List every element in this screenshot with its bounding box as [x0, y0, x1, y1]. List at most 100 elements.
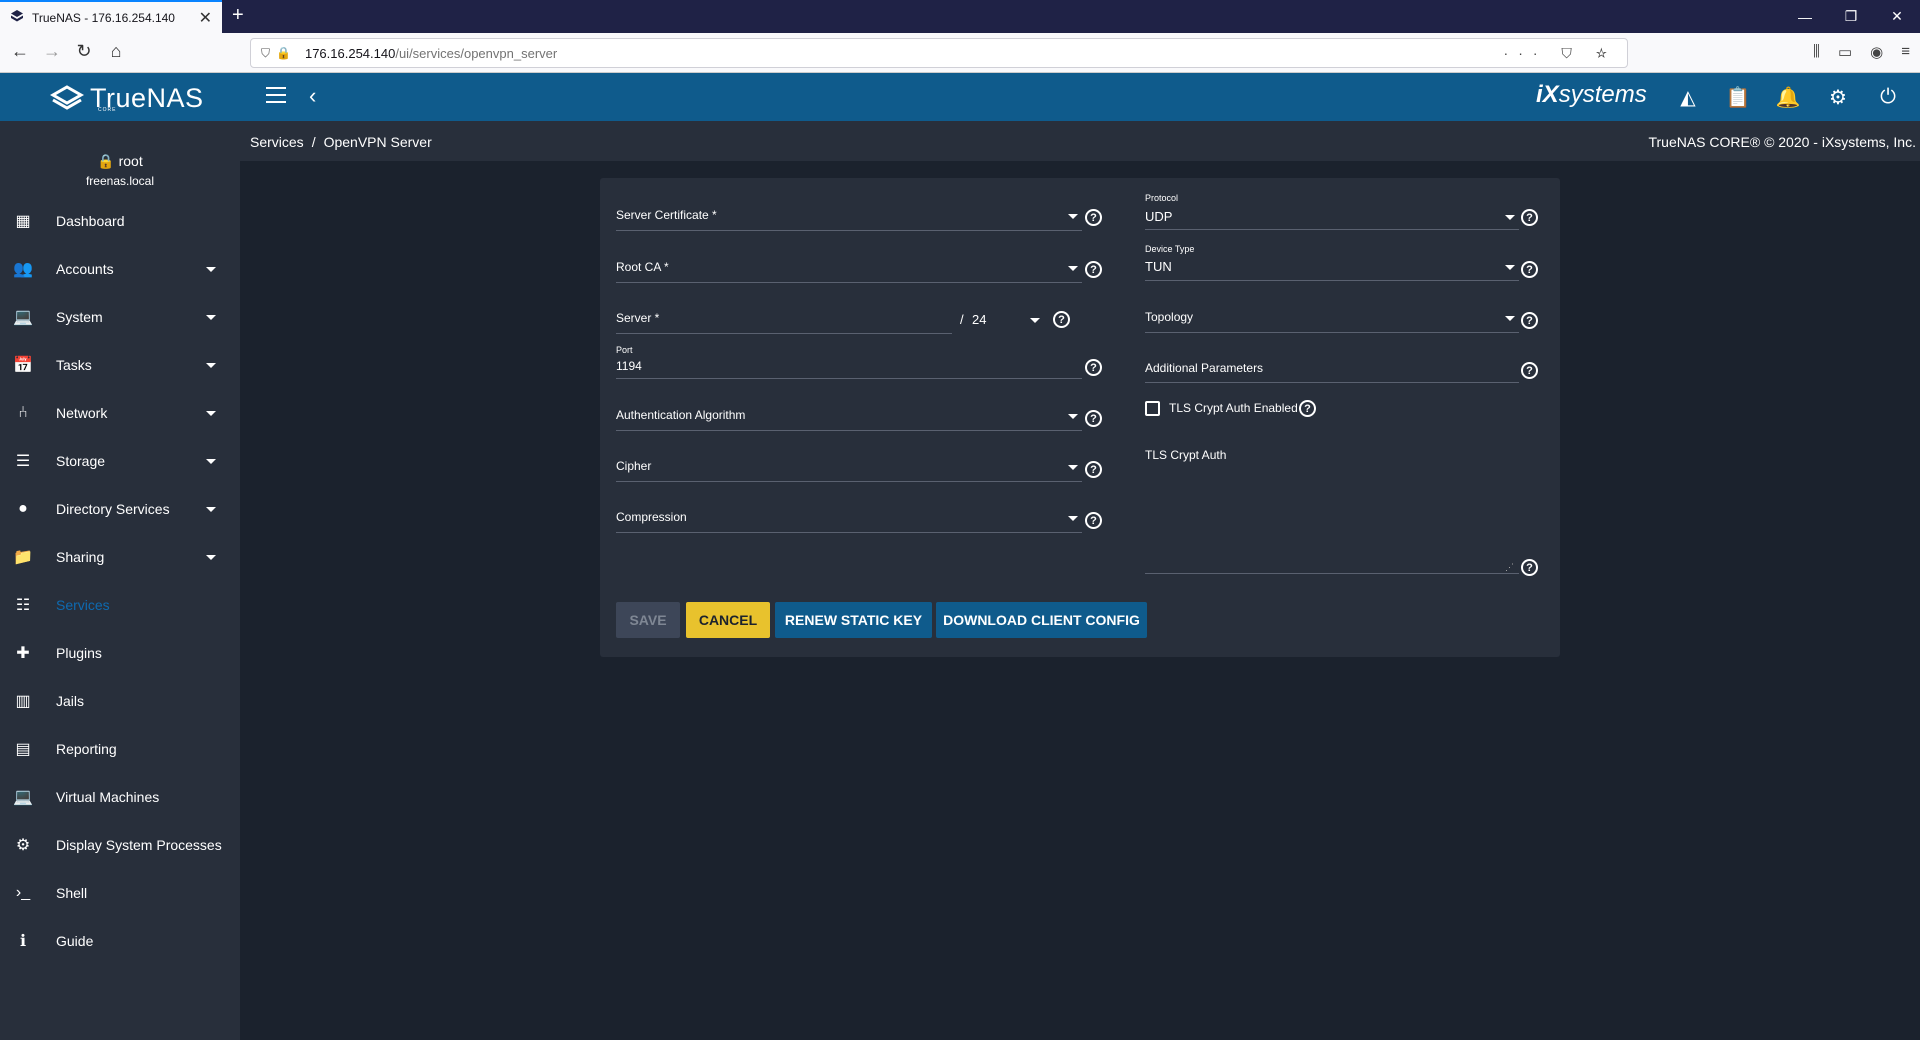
sidebar-item-label: Accounts: [56, 261, 114, 277]
tab-close-icon[interactable]: ✕: [199, 8, 212, 28]
port-help-icon[interactable]: ?: [1085, 359, 1102, 376]
sidebar-item-storage[interactable]: ☰ Storage: [0, 437, 240, 485]
compression-help-icon[interactable]: ?: [1085, 512, 1102, 529]
sidebar-item-tasks[interactable]: 📅 Tasks: [0, 341, 240, 389]
auth-algorithm-label: Authentication Algorithm: [616, 408, 746, 422]
chevron-down-icon: [1068, 266, 1078, 271]
puzzle-icon: ✚: [16, 645, 30, 662]
user-name: 🔒 root: [97, 153, 143, 169]
sidebar-item-jails[interactable]: ▥ Jails: [0, 677, 240, 725]
protocol-value: UDP: [1145, 209, 1173, 224]
insecure-lock-icon[interactable]: 🔒: [276, 46, 291, 60]
directory-icon: ●: [18, 500, 28, 517]
server-input[interactable]: Server *: [616, 311, 952, 341]
forward-icon[interactable]: →: [40, 41, 64, 62]
sidebar-item-shell[interactable]: ›_ Shell: [0, 869, 240, 917]
sidebar-item-dashboard[interactable]: ▦ Dashboard: [0, 197, 240, 245]
expand-arrow-icon: [206, 315, 216, 320]
restore-icon[interactable]: ❐: [1828, 0, 1874, 33]
reload-icon[interactable]: ↻: [72, 41, 96, 62]
library-icon[interactable]: ⫼: [1813, 43, 1820, 61]
topology-help-icon[interactable]: ?: [1521, 312, 1538, 329]
minimize-icon[interactable]: —: [1782, 0, 1828, 33]
breadcrumb-services[interactable]: Services: [250, 134, 304, 150]
breadcrumb-current: OpenVPN Server: [323, 134, 432, 150]
cipher-select[interactable]: Cipher: [616, 459, 1082, 489]
sidebar-item-label: Plugins: [56, 645, 102, 661]
sidebar-item-display-system-processes[interactable]: ⚙ Display System Processes: [0, 821, 240, 869]
device-type-select[interactable]: Device Type TUN: [1145, 244, 1519, 288]
netmask-select[interactable]: 24: [972, 311, 1044, 341]
truenas-logo-mark-icon: [50, 84, 84, 110]
sidebar-toggle-icon[interactable]: ▭: [1838, 43, 1852, 61]
sidebar-item-plugins[interactable]: ✚ Plugins: [0, 629, 240, 677]
protocol-help-icon[interactable]: ?: [1521, 209, 1538, 226]
tls-crypt-enabled-help-icon[interactable]: ?: [1299, 400, 1316, 417]
tls-crypt-auth-enabled-checkbox[interactable]: [1145, 401, 1160, 416]
underline: [616, 481, 1082, 482]
compression-select[interactable]: Compression: [616, 510, 1082, 540]
people-icon: 👥: [13, 261, 33, 278]
sidebar-item-reporting[interactable]: ▤ Reporting: [0, 725, 240, 773]
task-manager-icon[interactable]: 📋: [1726, 85, 1751, 109]
truecommand-icon[interactable]: ◭: [1676, 85, 1700, 109]
sidebar-item-network[interactable]: ⑃ Network: [0, 389, 240, 437]
breadcrumb: Services / OpenVPN Server: [250, 134, 432, 150]
topology-select[interactable]: Topology: [1145, 310, 1519, 340]
auth-algorithm-select[interactable]: Authentication Algorithm: [616, 408, 1082, 438]
chart-icon: ▤: [15, 741, 31, 758]
account-icon[interactable]: ◉: [1870, 43, 1883, 61]
root-ca-select[interactable]: Root CA *: [616, 260, 1082, 290]
protocol-select[interactable]: Protocol UDP: [1145, 193, 1519, 237]
browser-menu-icon[interactable]: ≡: [1901, 43, 1910, 61]
window-close-icon[interactable]: ✕: [1874, 0, 1920, 33]
tls-crypt-auth-help-icon[interactable]: ?: [1521, 559, 1538, 576]
browser-tab[interactable]: TrueNAS - 176.16.254.140 ✕: [0, 0, 222, 33]
ixsystems-logo[interactable]: iXsystems: [1536, 81, 1647, 109]
device-type-help-icon[interactable]: ?: [1521, 261, 1538, 278]
new-tab-icon[interactable]: +: [232, 4, 244, 27]
renew-static-key-button[interactable]: RENEW STATIC KEY: [775, 602, 932, 638]
sidebar-item-services[interactable]: ☷ Services: [0, 581, 240, 629]
collapse-sidebar-icon[interactable]: ‹: [309, 83, 316, 109]
notifications-icon[interactable]: 🔔: [1776, 85, 1801, 109]
sidebar-item-accounts[interactable]: 👥 Accounts: [0, 245, 240, 293]
download-client-config-button[interactable]: DOWNLOAD CLIENT CONFIG: [936, 602, 1147, 638]
hamburger-menu-icon[interactable]: [266, 87, 286, 103]
compression-label: Compression: [616, 510, 687, 524]
save-button[interactable]: SAVE: [616, 602, 680, 638]
cipher-help-icon[interactable]: ?: [1085, 461, 1102, 478]
shield-icon[interactable]: ⛉: [261, 46, 270, 61]
url-bar[interactable]: ⛉ 🔒 176.16.254.140/ui/services/openvpn_s…: [250, 38, 1628, 68]
port-label: Port: [616, 345, 633, 355]
sidebar-item-directory-services[interactable]: ● Directory Services: [0, 485, 240, 533]
truenas-logo[interactable]: TrueNAS: [50, 83, 204, 114]
expand-arrow-icon: [206, 507, 216, 512]
calendar-icon: 📅: [13, 357, 33, 374]
settings-gear-icon[interactable]: ⚙: [1826, 85, 1850, 109]
underline: [616, 430, 1082, 431]
additional-parameters-input[interactable]: Additional Parameters: [1145, 361, 1519, 391]
server-certificate-select[interactable]: Server Certificate *: [616, 208, 1082, 238]
textarea-underline: [1145, 573, 1519, 574]
browser-nav-bar: ← → ↻ ⌂ ⛉ 🔒 176.16.254.140/ui/services/o…: [0, 33, 1920, 73]
url-path: /ui/services/openvpn_server: [395, 45, 558, 61]
port-input[interactable]: Port 1194: [616, 345, 1082, 389]
server-help-icon[interactable]: ?: [1053, 311, 1070, 328]
cancel-button[interactable]: CANCEL: [686, 602, 770, 638]
power-icon[interactable]: ⏻: [1876, 85, 1900, 109]
tls-crypt-auth-textarea[interactable]: [1145, 468, 1519, 573]
back-icon[interactable]: ←: [8, 41, 32, 62]
home-icon[interactable]: ⌂: [104, 41, 128, 62]
additional-parameters-help-icon[interactable]: ?: [1521, 362, 1538, 379]
server-certificate-help-icon[interactable]: ?: [1085, 209, 1102, 226]
root-ca-help-icon[interactable]: ?: [1085, 261, 1102, 278]
auth-algorithm-help-icon[interactable]: ?: [1085, 410, 1102, 427]
sidebar-item-system[interactable]: 💻 System: [0, 293, 240, 341]
sidebar-item-sharing[interactable]: 📁 Sharing: [0, 533, 240, 581]
sidebar-item-virtual-machines[interactable]: 💻 Virtual Machines: [0, 773, 240, 821]
sidebar-item-label: Guide: [56, 933, 94, 949]
sidebar-item-guide[interactable]: ℹ Guide: [0, 917, 240, 965]
url-actions[interactable]: ··· ⛉ ☆: [1504, 45, 1617, 62]
resize-grip-icon[interactable]: ⋰: [1505, 562, 1514, 573]
